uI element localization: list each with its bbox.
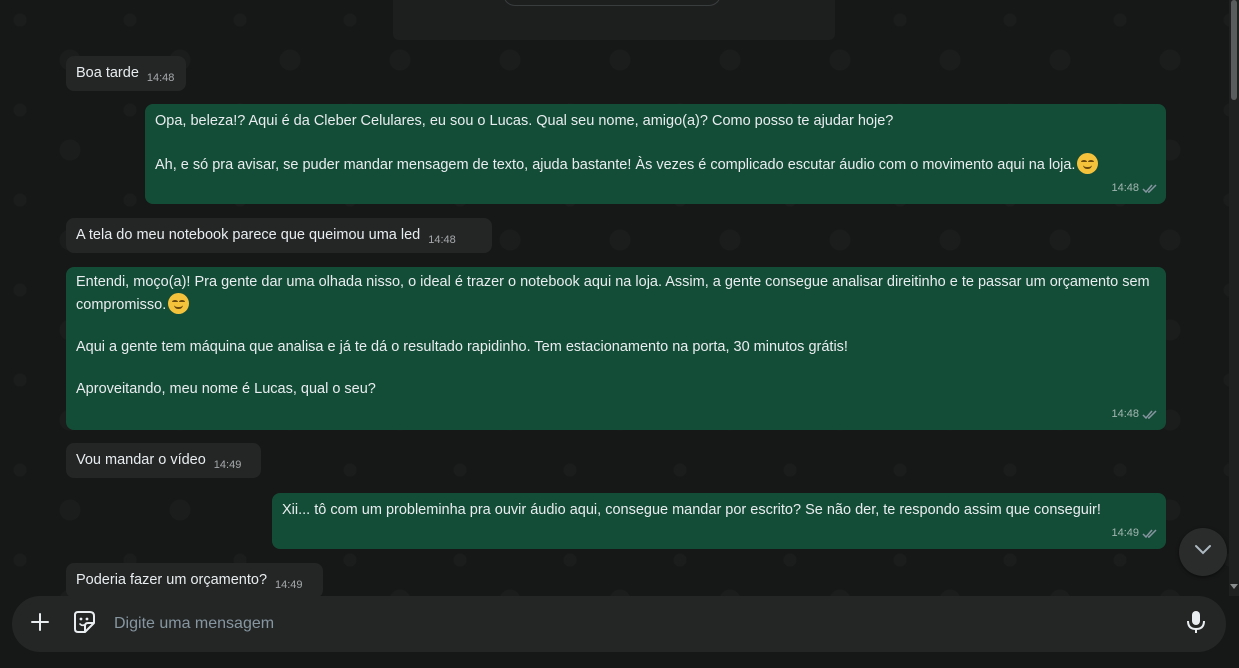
message-time: 14:48 <box>428 234 456 246</box>
double-check-icon <box>1142 409 1158 420</box>
smiling-face-emoji <box>1077 153 1099 174</box>
chevron-down-icon <box>1193 543 1213 561</box>
message-time: 14:48 <box>146 72 175 84</box>
message-text: Vou mandar o vídeo <box>76 452 206 468</box>
chat-panel[interactable]: Boa tarde 14:48 Opa, beleza!? Aqui é da C… <box>0 0 1229 596</box>
message-outgoing[interactable]: Xii... tô com um probleminha pra ouvir á… <box>272 493 1166 549</box>
attach-button[interactable] <box>18 602 62 646</box>
media-card-pill <box>503 0 721 6</box>
message-text: Poderia fazer um orçamento? <box>76 572 268 588</box>
double-check-icon <box>1142 528 1158 539</box>
message-incoming[interactable]: A tela do meu notebook parece que queimo… <box>66 218 492 253</box>
message-time: 14:48 <box>1111 182 1139 194</box>
message-outgoing[interactable]: Entendi, moço(a)! Pra gente dar uma olha… <box>66 267 1166 430</box>
scroll-to-bottom-button[interactable] <box>1179 528 1227 576</box>
message-incoming[interactable]: Boa tarde 14:48 <box>66 56 186 91</box>
message-incoming[interactable]: Poderia fazer um orçamento? 14:49 <box>66 563 323 596</box>
voice-message-button[interactable] <box>1174 602 1218 646</box>
message-incoming[interactable]: Vou mandar o vídeo 14:49 <box>66 443 261 478</box>
media-card-partial[interactable] <box>393 0 835 40</box>
scroll-down-arrow[interactable] <box>1230 584 1238 589</box>
message-text: Entendi, moço(a)! Pra gente dar uma olha… <box>76 274 1154 313</box>
message-time: 14:49 <box>213 459 242 471</box>
message-time: 14:48 <box>1111 408 1139 420</box>
chat-scrollbar[interactable] <box>1229 0 1239 596</box>
message-text: Boa tarde <box>76 65 139 81</box>
smiling-face-emoji <box>168 293 190 314</box>
message-text: Xii... tô com um probleminha pra ouvir á… <box>282 502 1101 518</box>
message-composer: Digite uma mensagem <box>12 596 1226 652</box>
message-time: 14:49 <box>1111 527 1139 539</box>
message-input[interactable]: Digite uma mensagem <box>106 615 1174 633</box>
scrollbar-thumb[interactable] <box>1231 0 1237 100</box>
microphone-icon <box>1186 610 1206 639</box>
double-check-icon <box>1142 183 1158 194</box>
message-text: Aqui a gente tem máquina que analisa e j… <box>76 339 848 397</box>
plus-icon <box>30 612 50 637</box>
sticker-icon <box>71 609 97 640</box>
message-time: 14:49 <box>275 579 303 591</box>
message-text: Opa, beleza!? Aqui é da Cleber Celulares… <box>155 113 1076 173</box>
message-outgoing[interactable]: Opa, beleza!? Aqui é da Cleber Celulares… <box>145 104 1166 204</box>
sticker-button[interactable] <box>62 602 106 646</box>
message-text: A tela do meu notebook parece que queimo… <box>76 227 421 243</box>
